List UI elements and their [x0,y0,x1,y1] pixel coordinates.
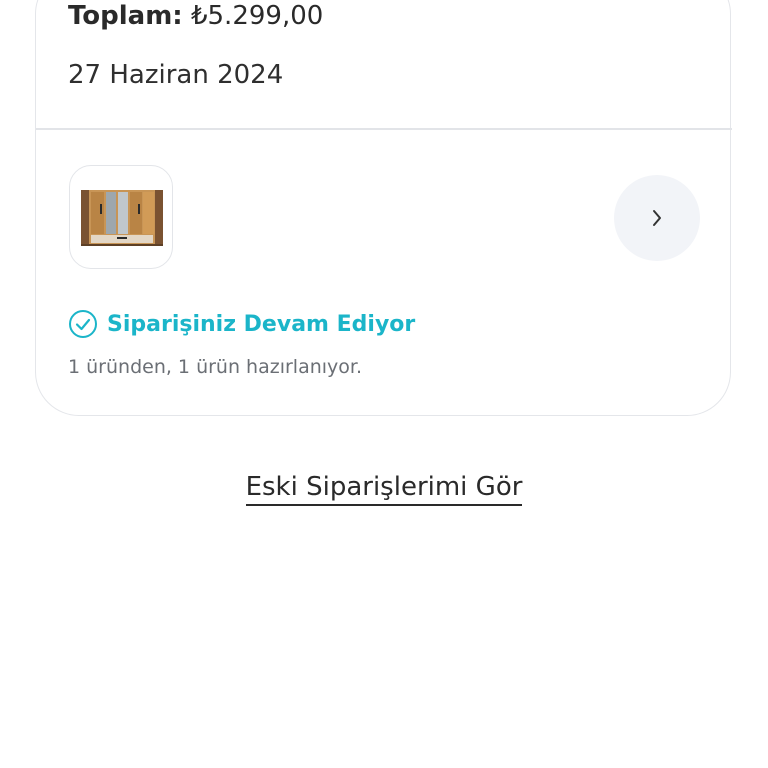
chevron-right-icon [653,210,661,226]
product-thumbnail[interactable] [69,165,173,269]
order-detail-button[interactable] [614,175,700,261]
order-total-value: ₺5.299,00 [190,1,324,31]
card-divider [36,128,732,130]
order-total: Toplam: ₺5.299,00 [68,0,323,32]
order-status-detail: 1 üründen, 1 ürün hazırlanıyor. [68,356,363,378]
order-status: Siparişiniz Devam Ediyor [68,308,415,340]
old-orders-link[interactable]: Eski Siparişlerimi Gör [245,472,523,506]
order-total-label: Toplam: [68,1,183,31]
order-date: 27 Haziran 2024 [68,60,284,90]
orders-page: Toplam: ₺5.299,00 27 Haziran 2024 Sipari… [0,0,768,768]
check-circle-icon [69,310,97,338]
old-orders-link-container: Eski Siparişlerimi Gör [0,472,768,506]
wardrobe-product-image [81,188,163,246]
order-status-text: Siparişiniz Devam Ediyor [107,311,416,337]
